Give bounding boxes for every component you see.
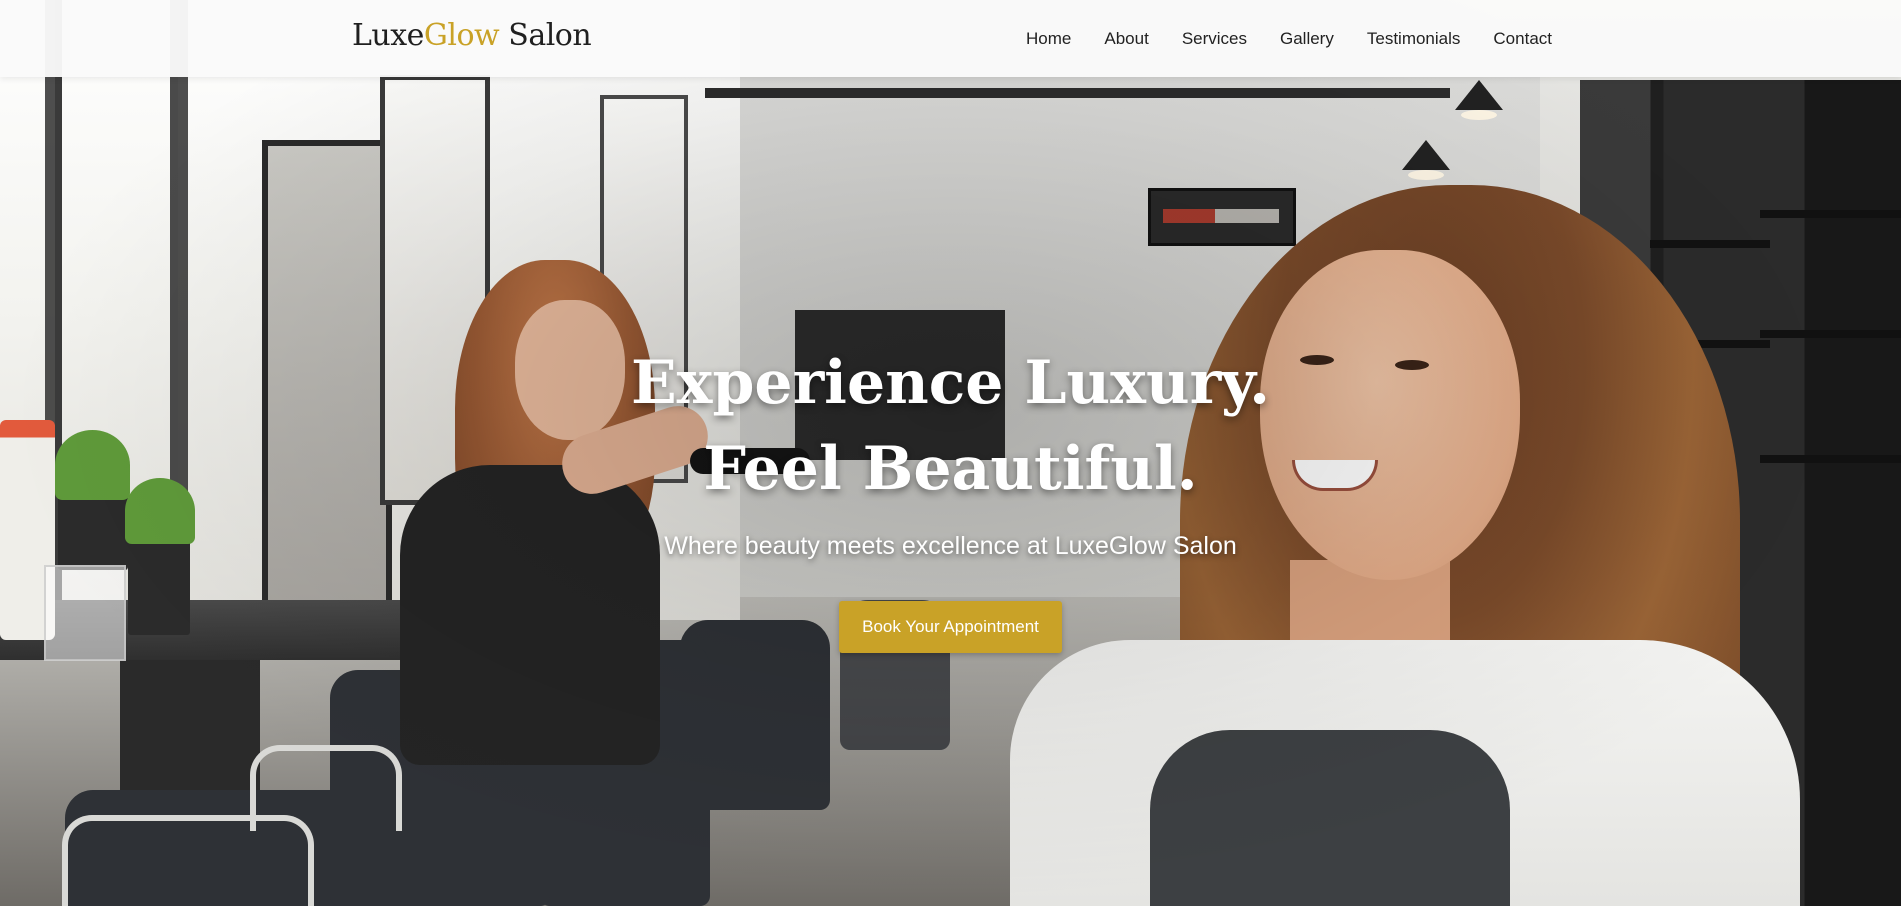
book-appointment-button[interactable]: Book Your Appointment — [839, 601, 1062, 653]
nav-link-home[interactable]: Home — [1026, 29, 1071, 49]
brand-name-part2: Salon — [499, 18, 592, 53]
navbar: LuxeGlow Salon Home About Services Galle… — [0, 0, 1901, 77]
nav-link-testimonials[interactable]: Testimonials — [1367, 29, 1461, 49]
nav-menu: Home About Services Gallery Testimonials… — [1026, 0, 1552, 77]
nav-link-about[interactable]: About — [1104, 29, 1148, 49]
brand-name-accent: Glow — [423, 18, 500, 53]
brand-logo[interactable]: LuxeGlow Salon — [352, 18, 592, 53]
brand-name-part1: Luxe — [352, 18, 424, 53]
hero-title: Experience Luxury. Feel Beautiful. — [630, 348, 1271, 504]
hero-subtitle: Where beauty meets excellence at LuxeGlo… — [664, 532, 1237, 560]
nav-link-services[interactable]: Services — [1182, 29, 1247, 49]
hero-content: Experience Luxury. Feel Beautiful. Where… — [0, 340, 1901, 653]
nav-link-contact[interactable]: Contact — [1493, 29, 1552, 49]
nav-link-gallery[interactable]: Gallery — [1280, 29, 1334, 49]
